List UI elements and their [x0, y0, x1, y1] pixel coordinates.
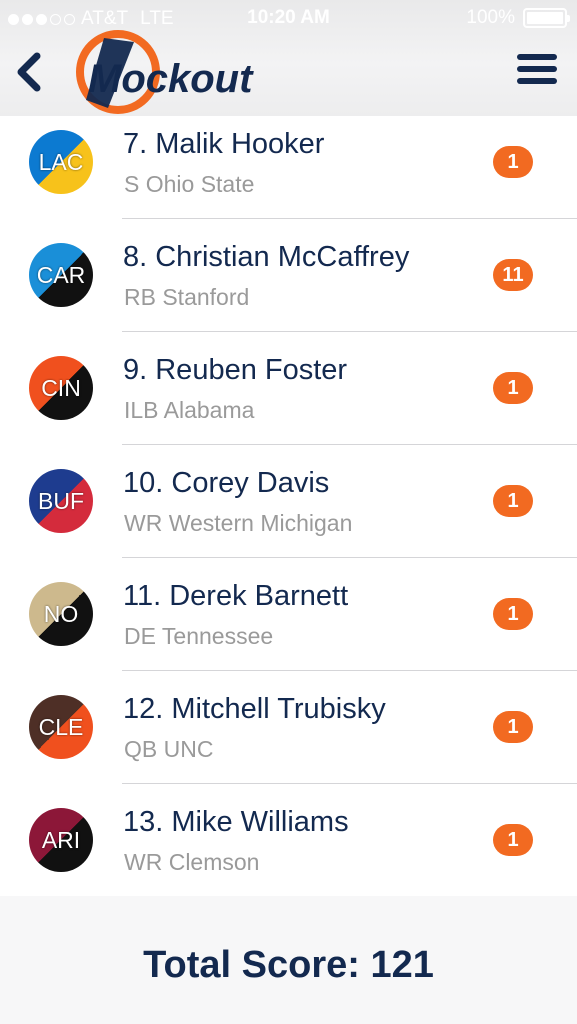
list-item[interactable]: NO 11. Derek Barnett DE Tennessee 1 — [0, 558, 577, 671]
team-abbr: CLE — [38, 713, 84, 740]
player-position-school: RB Stanford — [124, 284, 250, 310]
player-name: 12. Mitchell Trubisky — [123, 693, 386, 725]
player-position-school: ILB Alabama — [124, 397, 255, 423]
player-name: 9. Reuben Foster — [123, 354, 348, 386]
back-button[interactable] — [10, 50, 50, 94]
score-badge: 11 — [493, 259, 533, 291]
score-badge: 1 — [493, 485, 533, 517]
player-name: 7. Malik Hooker — [123, 128, 325, 160]
score-badge: 1 — [493, 372, 533, 404]
team-logo: BUF — [29, 469, 93, 533]
total-score: Total Score: 121 — [143, 944, 434, 986]
score-badge: 1 — [493, 824, 533, 856]
pick-list: LAC 7. Malik Hooker S Ohio State 1 CAR 8. Chr… — [0, 106, 577, 897]
hamburger-menu-icon — [517, 54, 557, 84]
list-item[interactable]: LAC 7. Malik Hooker S Ohio State 1 — [0, 106, 577, 219]
player-position-school: DE Tennessee — [124, 623, 274, 649]
team-logo: CAR — [29, 243, 93, 307]
list-item[interactable]: BUF 10. Corey Davis WR Western Michigan 1 — [0, 445, 577, 558]
logo-text: Mockout — [88, 57, 254, 101]
player-position-school: WR Western Michigan — [124, 510, 353, 536]
menu-button[interactable] — [517, 54, 557, 88]
team-abbr: CIN — [41, 374, 81, 401]
battery-status: 100% — [466, 7, 570, 29]
mockout-logo[interactable]: Mockout — [74, 30, 264, 116]
chevron-left-icon — [17, 52, 41, 92]
list-item[interactable]: ARI 13. Mike Williams WR Clemson 1 — [0, 784, 577, 897]
team-logo: NO — [29, 582, 93, 646]
team-abbr: BUF — [38, 487, 84, 514]
player-position-school: S Ohio State — [124, 171, 255, 197]
battery-icon — [523, 8, 570, 28]
player-position-school: QB UNC — [124, 736, 214, 762]
team-logo: ARI — [29, 808, 93, 872]
player-name: 8. Christian McCaffrey — [123, 241, 410, 273]
app-header: AT&T LTE 10:20 AM 100% Mockout — [0, 0, 577, 116]
list-item[interactable]: CLE 12. Mitchell Trubisky QB UNC 1 — [0, 671, 577, 784]
battery-percent: 100% — [466, 7, 515, 28]
team-logo: CIN — [29, 356, 93, 420]
player-name: 11. Derek Barnett — [123, 580, 349, 612]
score-badge: 1 — [493, 146, 533, 178]
list-item[interactable]: CIN 9. Reuben Foster ILB Alabama 1 — [0, 332, 577, 445]
player-name: 10. Corey Davis — [123, 467, 330, 499]
list-item[interactable]: CAR 8. Christian McCaffrey RB Stanford 11 — [0, 219, 577, 332]
team-abbr: LAC — [38, 148, 84, 175]
team-logo: CLE — [29, 695, 93, 759]
score-badge: 1 — [493, 598, 533, 630]
team-abbr: ARI — [41, 826, 81, 853]
team-abbr: CAR — [36, 261, 86, 288]
score-badge: 1 — [493, 711, 533, 743]
team-abbr: NO — [43, 600, 79, 627]
player-name: 13. Mike Williams — [123, 806, 349, 838]
team-logo: LAC — [29, 130, 93, 194]
player-position-school: WR Clemson — [124, 849, 260, 875]
